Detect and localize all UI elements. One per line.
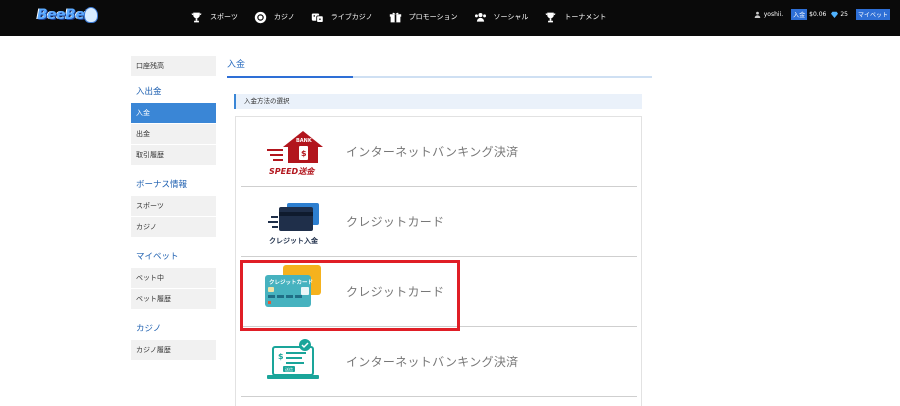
sidebar-item-bet-history[interactable]: ベット履歴: [131, 289, 216, 310]
username[interactable]: yoshii.: [764, 11, 783, 18]
nav-sports-label: スポーツ: [210, 13, 238, 21]
sidebar-item-withdraw[interactable]: 出金: [131, 124, 216, 145]
user-area: yoshii. 入金 $0.06 25 マイベット: [754, 9, 892, 20]
sidebar-item-open-bets[interactable]: ベット中: [131, 268, 216, 289]
chip-icon: [254, 11, 267, 23]
nav-promotions[interactable]: プロモーション: [389, 11, 458, 24]
method-internet-banking-laptop[interactable]: $ 送信 インターネットバンキング決済: [241, 327, 637, 397]
nav-sports[interactable]: スポーツ: [190, 11, 238, 24]
bank-text: BANK: [296, 138, 313, 144]
title-divider-accent: [227, 76, 353, 78]
brand-logo[interactable]: BeeBet: [37, 5, 98, 29]
nav-promotions-label: プロモーション: [408, 13, 458, 21]
nav-social[interactable]: ソーシャル: [474, 11, 529, 24]
sidebar-item-casino-history[interactable]: カジノ履歴: [131, 340, 216, 361]
mascot-icon: [84, 7, 98, 23]
sidebar-item-transactions[interactable]: 取引履歴: [131, 145, 216, 166]
page-title: 入金: [227, 60, 246, 70]
credit-deposit-text: クレジット入金: [269, 236, 319, 245]
nav-tournament-label: トーナメント: [564, 13, 607, 21]
trophy-icon: [191, 12, 202, 22]
nav-live-casino[interactable]: ライブカジノ: [311, 11, 373, 24]
speed-transfer-text: SPEED送金: [269, 166, 316, 176]
nav-tournament[interactable]: トーナメント: [544, 11, 606, 24]
speed-bank-icon: BANK $ SPEED送金: [267, 131, 323, 176]
nav-casino-label: カジノ: [273, 13, 295, 21]
top-navbar: BeeBet スポーツ カジノ ライブカジノ プロモーション ソーシャル トーナ…: [0, 0, 900, 36]
deposit-methods-list: BANK $ SPEED送金 インターネットバンキング決済 クレジット入金 クレ…: [235, 116, 642, 406]
sidebar-section-payments: 入出金: [136, 87, 162, 97]
credit-card-navy-icon: クレジット入金: [268, 203, 319, 245]
user-icon: [754, 11, 761, 18]
sidebar-item-bonus-casino[interactable]: カジノ: [131, 217, 216, 238]
section-header: 入金方法の選択: [234, 94, 642, 109]
online-banking-laptop-icon: $ 送信: [267, 339, 319, 379]
sidebar-item-deposit[interactable]: 入金: [131, 103, 216, 124]
account-sidebar: 口座残高 入出金 入金 出金 取引履歴 ボーナス情報 スポーツ カジノ マイベッ…: [131, 56, 216, 361]
credit-card-teal-icon: クレジットカード: [265, 265, 321, 307]
method-credit-card-teal[interactable]: クレジットカード クレジットカード: [241, 257, 637, 327]
sidebar-item-balance[interactable]: 口座残高: [131, 56, 216, 77]
gift-icon: [389, 12, 401, 22]
method-label: インターネットバンキング決済: [346, 355, 519, 369]
dice-icon: [311, 12, 324, 23]
balance: $0.06: [809, 11, 827, 18]
gem-count: 25: [840, 11, 848, 18]
nav-casino[interactable]: カジノ: [254, 11, 295, 24]
sidebar-section-casino: カジノ: [136, 324, 162, 334]
mybet-button[interactable]: マイベット: [855, 9, 890, 20]
logo-text: BeeBet: [37, 7, 91, 23]
diamond-icon: [831, 11, 839, 18]
method-internet-banking-speed[interactable]: BANK $ SPEED送金 インターネットバンキング決済: [241, 117, 637, 187]
sidebar-item-bonus-sports[interactable]: スポーツ: [131, 196, 216, 217]
nav-live-casino-label: ライブカジノ: [330, 13, 373, 21]
nav-social-label: ソーシャル: [493, 13, 529, 21]
send-text: 送信: [285, 366, 293, 372]
credit-card-text: クレジットカード: [269, 278, 313, 286]
deposit-button[interactable]: 入金: [791, 9, 808, 20]
svg-text:$: $: [278, 352, 284, 361]
main-nav: スポーツ カジノ ライブカジノ プロモーション ソーシャル トーナメント: [190, 7, 622, 27]
sidebar-section-bonus: ボーナス情報: [136, 180, 188, 190]
trophy-icon: [546, 12, 556, 22]
method-label: クレジットカード: [346, 285, 445, 299]
users-icon: [474, 12, 486, 22]
method-credit-card-navy[interactable]: クレジット入金 クレジットカード: [241, 187, 637, 257]
method-label: インターネットバンキング決済: [346, 145, 519, 159]
svg-text:$: $: [301, 149, 307, 158]
method-label: クレジットカード: [346, 215, 445, 229]
sidebar-section-mybet: マイベット: [136, 252, 179, 262]
